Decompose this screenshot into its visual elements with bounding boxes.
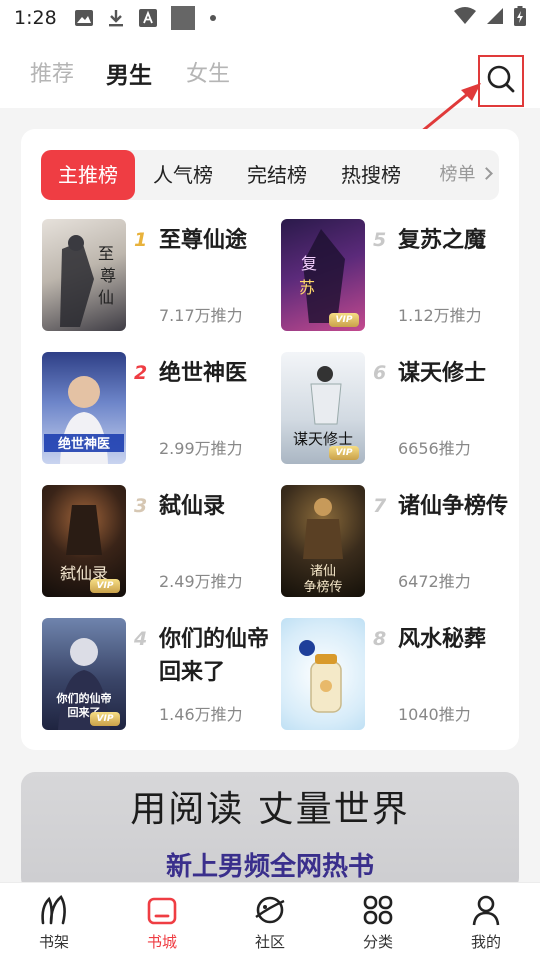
vip-badge: VIP (329, 313, 359, 327)
tab-all-rankings[interactable]: 榜单 (431, 150, 499, 200)
vip-badge: VIP (329, 446, 359, 460)
svg-text:尊: 尊 (100, 266, 116, 285)
nav-profile-label: 我的 (470, 933, 501, 951)
svg-text:绝世神医: 绝世神医 (58, 436, 110, 452)
download-notification-icon (107, 9, 125, 27)
tab-completed-rank[interactable]: 完结榜 (231, 150, 323, 200)
book-cover: 至尊仙 (42, 219, 126, 331)
ranking-card: 主推榜 人气榜 完结榜 热搜榜 榜单 至尊仙 1 至尊仙途 7.17万推力 绝世… (21, 129, 519, 750)
rank-number: 6 (373, 362, 387, 384)
book-votes: 1040推力 (398, 705, 471, 724)
dot-icon (209, 9, 217, 27)
text-notification-icon (138, 9, 157, 27)
nav-bookstore-label: 书城 (146, 933, 177, 951)
search-icon (486, 64, 516, 98)
bottom-nav: 书架 书城 社区 分类 我的 (0, 882, 540, 960)
svg-text:仙: 仙 (98, 288, 114, 307)
nav-bookshelf-label: 书架 (38, 933, 69, 951)
status-time: 1:28 (14, 7, 57, 29)
book-cover (281, 618, 365, 730)
banner-slogan: 用阅读 丈量世界 (130, 789, 410, 830)
book-title: 复苏之魔 (398, 228, 487, 253)
vip-badge: VIP (90, 579, 120, 593)
tab-female[interactable]: 女生 (186, 56, 230, 88)
book-votes: 2.99万推力 (159, 439, 243, 458)
chevron-right-icon (479, 167, 493, 180)
book-votes: 1.12万推力 (398, 306, 482, 325)
tab-male[interactable]: 男生 (106, 56, 152, 90)
book-votes: 2.49万推力 (159, 572, 243, 591)
book-cover: 复苏 VIP (281, 219, 365, 331)
rank-number: 5 (373, 229, 387, 251)
rank-tab-bar: 主推榜 人气榜 完结榜 热搜榜 榜单 (41, 150, 499, 200)
svg-text:诸仙: 诸仙 (310, 564, 336, 579)
book-cover: 诸仙 争榜传 (281, 485, 365, 597)
tab-main-rank[interactable]: 主推榜 (41, 150, 135, 200)
book-cover: 谋天修士 VIP (281, 352, 365, 464)
book-votes: 1.46万推力 (159, 705, 243, 724)
nav-profile[interactable]: 我的 (446, 893, 526, 952)
book-votes: 7.17万推力 (159, 306, 243, 325)
book-item[interactable]: 绝世神医 2 绝世神医 2.99万推力 (42, 352, 272, 467)
rank-number: 4 (134, 628, 148, 650)
book-title: 诸仙争榜传 (398, 494, 509, 519)
book-cover: 你们的仙帝 回来了 VIP (42, 618, 126, 730)
svg-text:复: 复 (301, 254, 317, 273)
svg-text:你们的仙帝: 你们的仙帝 (56, 691, 112, 705)
svg-text:争榜传: 争榜传 (303, 579, 342, 595)
svg-text:苏: 苏 (299, 278, 315, 297)
banner-subtitle: 新上男频全网热书 (165, 852, 374, 882)
book-votes: 6656推力 (398, 439, 471, 458)
bookstore-icon (122, 893, 202, 927)
book-item[interactable]: 8 风水秘葬 1040推力 (281, 618, 511, 733)
book-title: 绝世神医 (159, 361, 248, 386)
nav-bookshelf[interactable]: 书架 (14, 893, 94, 952)
book-item[interactable]: 诸仙 争榜传 7 诸仙争榜传 6472推力 (281, 485, 511, 600)
book-title: 谋天修士 (398, 361, 487, 386)
book-item[interactable]: 谋天修士 VIP 6 谋天修士 6656推力 (281, 352, 511, 467)
bookshelf-icon (14, 893, 94, 927)
search-button[interactable] (478, 55, 524, 107)
battery-icon (514, 6, 526, 30)
rank-number: 1 (134, 229, 148, 251)
signal-icon (486, 7, 504, 29)
promo-banner[interactable]: 用阅读 丈量世界 新上男频全网热书 (21, 772, 519, 892)
tab-hot-search-rank[interactable]: 热搜榜 (325, 150, 417, 200)
book-item[interactable]: 至尊仙 1 至尊仙途 7.17万推力 (42, 219, 272, 334)
all-rankings-label: 榜单 (439, 164, 476, 185)
wifi-icon (454, 7, 476, 29)
planet-icon (230, 893, 310, 927)
svg-text:至: 至 (98, 244, 114, 263)
top-tab-bar: 推荐 男生 女生 (0, 36, 540, 108)
nav-bookstore[interactable]: 书城 (122, 893, 202, 952)
category-grid-icon (338, 893, 418, 927)
status-bar: 1:28 (0, 0, 540, 36)
book-item[interactable]: 弑仙录 VIP 3 弑仙录 2.49万推力 (42, 485, 272, 600)
rank-number: 8 (373, 628, 387, 650)
rank-number: 2 (134, 362, 148, 384)
nav-category[interactable]: 分类 (338, 893, 418, 952)
rank-number: 3 (134, 495, 148, 517)
nav-community[interactable]: 社区 (230, 893, 310, 952)
book-cover: 绝世神医 (42, 352, 126, 464)
rank-number: 7 (373, 495, 387, 517)
book-cover: 弑仙录 VIP (42, 485, 126, 597)
book-item[interactable]: 你们的仙帝 回来了 VIP 4 你们的仙帝回来了 1.46万推力 (42, 618, 272, 733)
book-votes: 6472推力 (398, 572, 471, 591)
tab-popular-rank[interactable]: 人气榜 (137, 150, 229, 200)
tab-recommend[interactable]: 推荐 (30, 56, 74, 88)
book-title: 风水秘葬 (398, 627, 487, 652)
app-notification-icon (170, 6, 195, 30)
vip-badge: VIP (90, 712, 120, 726)
user-icon (446, 893, 526, 927)
book-item[interactable]: 复苏 VIP 5 复苏之魔 1.12万推力 (281, 219, 511, 334)
image-notification-icon (74, 9, 93, 27)
nav-category-label: 分类 (362, 933, 393, 951)
book-title: 至尊仙途 (159, 228, 248, 253)
book-title: 弑仙录 (159, 494, 226, 519)
nav-community-label: 社区 (254, 933, 285, 951)
book-title: 你们的仙帝回来了 (159, 627, 270, 685)
